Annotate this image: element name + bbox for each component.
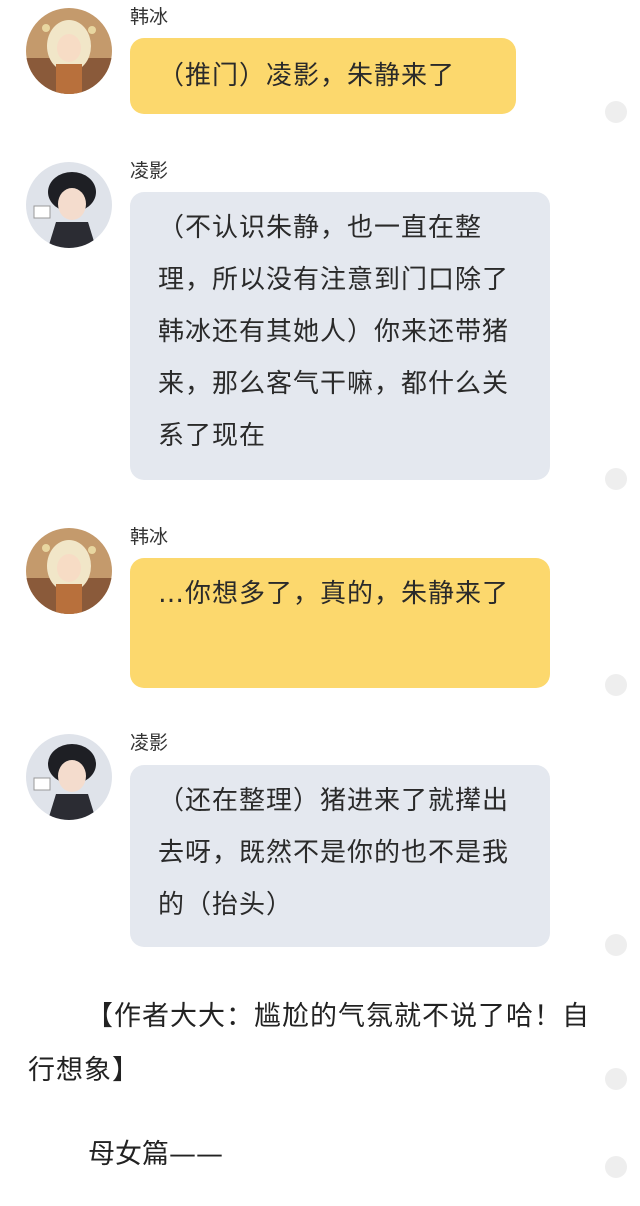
blonde-girl-avatar-icon [26, 528, 112, 614]
select-circle[interactable] [605, 934, 627, 956]
blonde-girl-avatar-icon [26, 8, 112, 94]
dark-hair-boy-avatar-icon [26, 734, 112, 820]
sender-name: 凌影 [130, 160, 169, 182]
select-circle[interactable] [605, 1068, 627, 1090]
message-bubble: …你想多了，真的，朱静来了 [130, 558, 550, 688]
avatar-hanbing[interactable] [26, 528, 112, 614]
select-circle[interactable] [605, 468, 627, 490]
sender-name: 韩冰 [130, 6, 169, 28]
sender-name: 凌影 [130, 732, 169, 754]
select-circle[interactable] [605, 1156, 627, 1178]
message-bubble: （推门）凌影，朱静来了 [130, 38, 516, 114]
select-circle[interactable] [605, 674, 627, 696]
chapter-title: 母女篇—— [88, 1139, 223, 1170]
avatar-hanbing[interactable] [26, 8, 112, 94]
avatar-lingying[interactable] [26, 162, 112, 248]
avatar-lingying[interactable] [26, 734, 112, 820]
select-circle[interactable] [605, 101, 627, 123]
sender-name: 韩冰 [130, 526, 169, 548]
message-bubble: （不认识朱静，也一直在整理，所以没有注意到门口除了韩冰还有其她人）你来还带猪来，… [130, 192, 550, 480]
author-note: 【作者大大：尴尬的气氛就不说了哈！自行想象】 [28, 1001, 590, 1086]
message-bubble: （还在整理）猪进来了就撵出去呀，既然不是你的也不是我的（抬头） [130, 765, 550, 947]
dark-hair-boy-avatar-icon [26, 162, 112, 248]
